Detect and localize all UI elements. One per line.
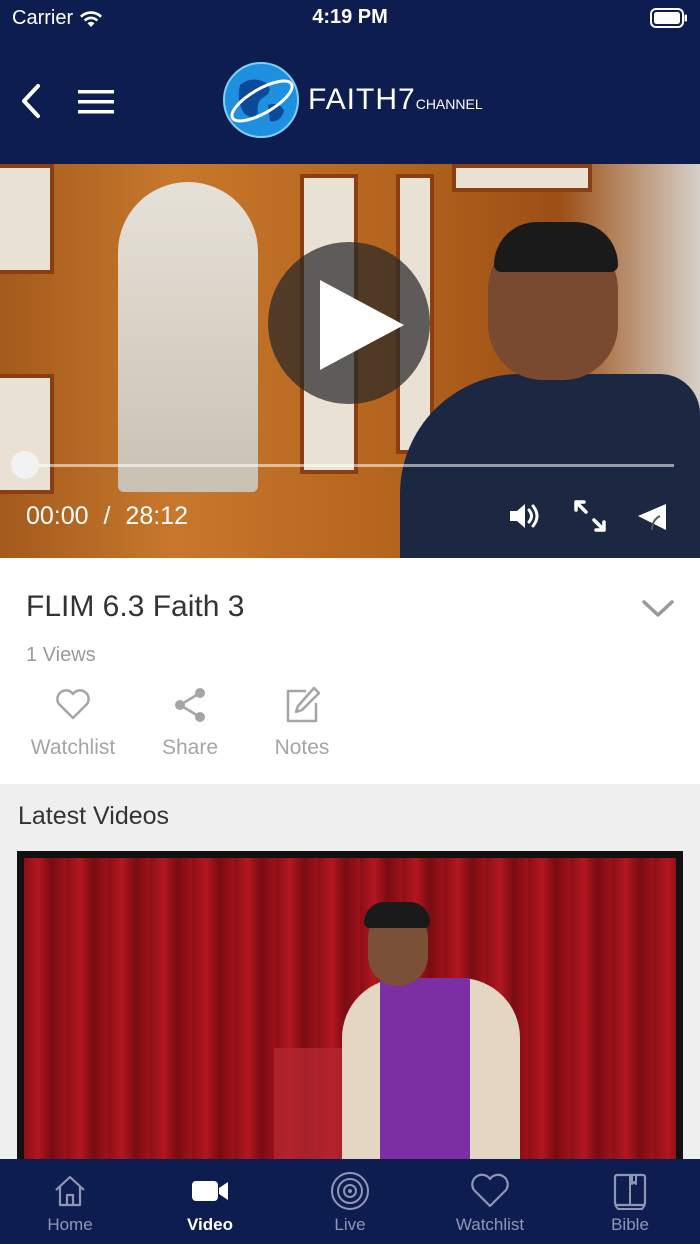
tab-home[interactable]: Home	[0, 1159, 140, 1244]
notes-button[interactable]: Notes	[270, 684, 334, 760]
thumbnail-speaker-shirt	[380, 978, 470, 1174]
logo-sub: CHANNEL	[415, 96, 483, 112]
scene-niche	[118, 182, 258, 492]
scene-panel-left	[0, 164, 54, 274]
heart-icon	[471, 1173, 509, 1208]
tab-bible[interactable]: Bible	[560, 1159, 700, 1244]
share-label: Share	[161, 736, 219, 759]
tab-watchlist-label: Watchlist	[455, 1215, 525, 1234]
watchlist-label: Watchlist	[30, 736, 116, 759]
cast-icon[interactable]	[634, 498, 670, 534]
video-player[interactable]: 00:00 / 28:12	[0, 164, 700, 558]
status-time: 4:19 PM	[312, 6, 388, 28]
book-icon	[613, 1173, 647, 1210]
seek-bar[interactable]	[26, 464, 674, 467]
tab-video[interactable]: Video	[140, 1159, 280, 1244]
thumbnail-image	[24, 858, 676, 1174]
logo-main: FAITH7	[308, 83, 416, 116]
latest-videos-heading: Latest Videos	[18, 802, 170, 830]
battery-icon	[650, 8, 687, 28]
notes-label: Notes	[274, 736, 330, 759]
status-bar: Carrier 4:19 PM	[0, 0, 700, 36]
tab-watchlist[interactable]: Watchlist	[420, 1159, 560, 1244]
navigation-bar: FAITH7CHANNEL	[0, 56, 700, 146]
back-button[interactable]	[16, 82, 48, 120]
latest-video-thumbnail[interactable]	[17, 851, 683, 1181]
tab-bar: Home Video Live Watchlist Bible	[0, 1159, 700, 1244]
video-title: FLIM 6.3 Faith 3	[26, 590, 245, 623]
home-icon	[55, 1175, 85, 1207]
duration: 28:12	[125, 502, 188, 530]
thumbnail-speaker-hair	[364, 902, 430, 928]
tab-home-label: Home	[47, 1215, 93, 1234]
play-icon	[320, 280, 404, 370]
chevron-down-icon[interactable]	[640, 596, 676, 620]
watchlist-button[interactable]: Watchlist	[26, 684, 120, 760]
scene-panel-right	[452, 164, 592, 192]
tab-live-label: Live	[334, 1215, 366, 1234]
view-count: 1 Views	[26, 644, 96, 666]
share-button[interactable]: Share	[158, 684, 222, 760]
heart-icon	[56, 689, 90, 720]
speaker-figure-hair	[494, 222, 618, 272]
seek-thumb[interactable]	[11, 451, 39, 479]
edit-icon	[286, 686, 321, 723]
globe-icon	[223, 62, 299, 138]
fullscreen-icon[interactable]	[572, 498, 608, 534]
broadcast-icon	[331, 1172, 369, 1210]
channel-logo: FAITH7CHANNEL	[222, 60, 483, 140]
menu-button[interactable]	[76, 86, 116, 118]
time-display: 00:00 / 28:12	[26, 502, 188, 531]
current-time: 00:00	[26, 502, 89, 530]
tab-live[interactable]: Live	[280, 1159, 420, 1244]
tab-video-label: Video	[187, 1215, 233, 1234]
top-bar: Carrier 4:19 PM FAITH7CHANNEL	[0, 0, 700, 164]
time-separator: /	[103, 502, 111, 530]
share-icon	[175, 688, 205, 722]
volume-icon[interactable]	[506, 498, 542, 534]
video-camera-icon	[192, 1181, 228, 1201]
play-button[interactable]	[268, 242, 430, 404]
logo-text: FAITH7CHANNEL	[308, 83, 483, 117]
video-info-panel: FLIM 6.3 Faith 3 1 Views Watchlist Share	[0, 558, 700, 784]
tab-bible-label: Bible	[611, 1215, 649, 1234]
